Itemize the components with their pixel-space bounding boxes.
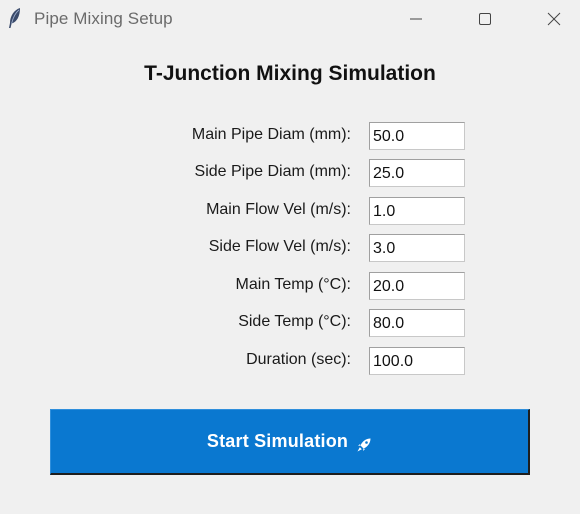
- field-row-side-pipe-diam: Side Pipe Diam (mm):: [0, 159, 580, 187]
- start-simulation-label: Start Simulation: [206, 431, 349, 451]
- field-row-main-pipe-diam: Main Pipe Diam (mm):: [0, 122, 580, 150]
- field-label: Side Pipe Diam (mm):: [194, 163, 351, 180]
- rocket-icon: [356, 437, 372, 453]
- side-flow-vel-input[interactable]: [369, 234, 465, 262]
- field-row-side-temp: Side Temp (°C):: [0, 309, 580, 337]
- start-simulation-button[interactable]: Start Simulation: [50, 409, 530, 475]
- field-row-duration: Duration (sec):: [0, 347, 580, 375]
- minimize-icon: [408, 11, 424, 27]
- field-label: Main Temp (°C):: [235, 276, 351, 293]
- page-title: T-Junction Mixing Simulation: [144, 62, 436, 85]
- maximize-button[interactable]: [462, 0, 508, 38]
- field-row-side-flow-vel: Side Flow Vel (m/s):: [0, 234, 580, 262]
- field-row-main-flow-vel: Main Flow Vel (m/s):: [0, 197, 580, 225]
- field-label: Side Flow Vel (m/s):: [208, 238, 351, 255]
- duration-input[interactable]: [369, 347, 465, 375]
- side-pipe-diam-input[interactable]: [369, 159, 465, 187]
- field-label: Side Temp (°C):: [238, 313, 351, 330]
- field-label: Main Flow Vel (m/s):: [206, 201, 351, 218]
- minimize-button[interactable]: [393, 0, 439, 38]
- field-label: Duration (sec):: [246, 351, 351, 368]
- field-row-main-temp: Main Temp (°C):: [0, 272, 580, 300]
- title-bar[interactable]: Pipe Mixing Setup: [0, 0, 580, 38]
- app-window: Pipe Mixing Setup T-Junction Mixing Simu…: [0, 0, 580, 514]
- main-pipe-diam-input[interactable]: [369, 122, 465, 150]
- close-icon: [546, 11, 562, 27]
- feather-icon: [7, 7, 23, 29]
- close-button[interactable]: [531, 0, 577, 38]
- main-temp-input[interactable]: [369, 272, 465, 300]
- main-flow-vel-input[interactable]: [369, 197, 465, 225]
- field-label: Main Pipe Diam (mm):: [191, 126, 351, 143]
- side-temp-input[interactable]: [369, 309, 465, 337]
- window-title: Pipe Mixing Setup: [34, 9, 173, 28]
- maximize-icon: [477, 11, 493, 27]
